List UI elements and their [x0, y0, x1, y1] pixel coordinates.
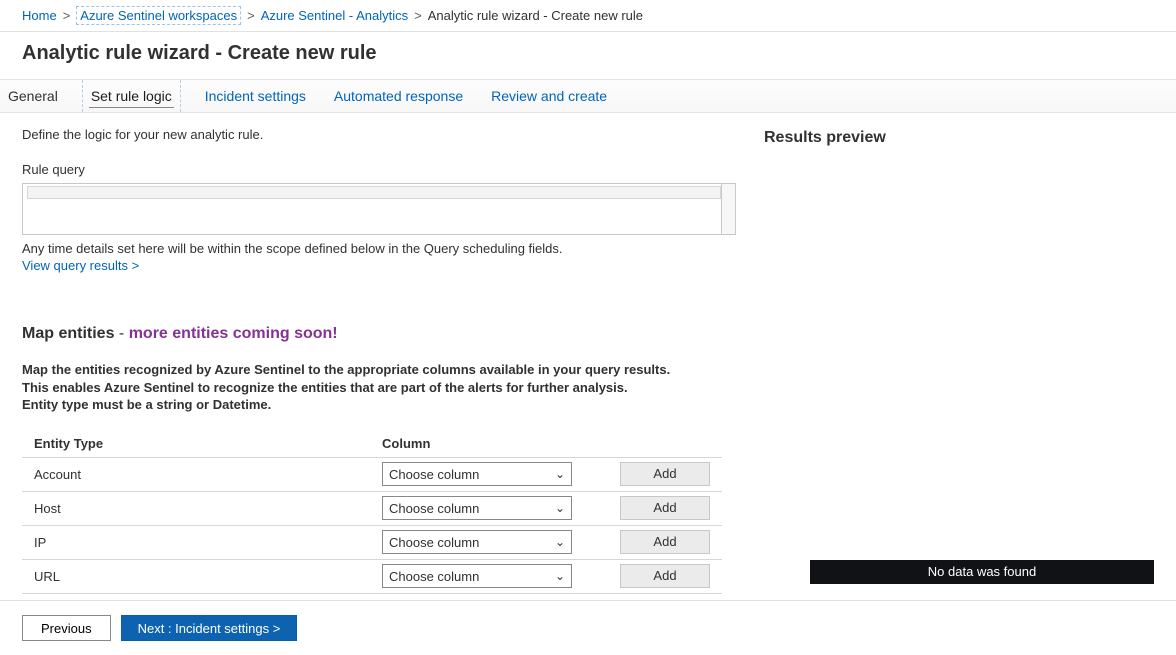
- table-row: Host Choose column ⌄ Add: [22, 492, 722, 526]
- entity-type-account: Account: [34, 467, 382, 482]
- breadcrumb-home[interactable]: Home: [22, 8, 57, 23]
- no-data-banner: No data was found: [810, 560, 1154, 584]
- results-preview-heading: Results preview: [764, 129, 1154, 147]
- column-dropdown-host[interactable]: Choose column ⌄: [382, 496, 572, 520]
- column-dropdown-account[interactable]: Choose column ⌄: [382, 462, 572, 486]
- map-entities-heading-suffix: more entities coming soon!: [129, 325, 338, 342]
- view-query-results-link[interactable]: View query results >: [22, 258, 139, 273]
- entity-type-url: URL: [34, 569, 382, 584]
- entity-table: Entity Type Column Account Choose column…: [22, 428, 722, 594]
- intro-text: Define the logic for your new analytic r…: [22, 127, 736, 142]
- add-button-host[interactable]: Add: [620, 496, 710, 520]
- rule-query-line: [27, 186, 721, 199]
- add-button-ip[interactable]: Add: [620, 530, 710, 554]
- map-entities-description: Map the entities recognized by Azure Sen…: [22, 361, 702, 414]
- page-title: Analytic rule wizard - Create new rule: [0, 32, 1176, 79]
- previous-button[interactable]: Previous: [22, 615, 111, 641]
- column-dropdown-url[interactable]: Choose column ⌄: [382, 564, 572, 588]
- th-entity-type: Entity Type: [34, 436, 382, 451]
- add-button-url[interactable]: Add: [620, 564, 710, 588]
- chevron-down-icon: ⌄: [555, 467, 565, 481]
- wizard-tabs: General Set rule logic Incident settings…: [0, 79, 1176, 113]
- table-row: IP Choose column ⌄ Add: [22, 526, 722, 560]
- map-entities-heading: Map entities - more entities coming soon…: [22, 325, 736, 343]
- tab-review-create[interactable]: Review and create: [487, 80, 611, 112]
- entity-type-host: Host: [34, 501, 382, 516]
- chevron-right-icon: >: [63, 8, 71, 23]
- tab-set-rule-logic[interactable]: Set rule logic: [82, 80, 181, 112]
- rule-query-help: Any time details set here will be within…: [22, 241, 722, 256]
- entity-type-ip: IP: [34, 535, 382, 550]
- table-row: URL Choose column ⌄ Add: [22, 560, 722, 594]
- breadcrumb-analytics[interactable]: Azure Sentinel - Analytics: [261, 8, 408, 23]
- rule-query-input[interactable]: [22, 183, 736, 235]
- tab-general[interactable]: General: [4, 80, 62, 112]
- next-button[interactable]: Next : Incident settings >: [121, 615, 298, 641]
- chevron-down-icon: ⌄: [555, 535, 565, 549]
- breadcrumb: Home > Azure Sentinel workspaces > Azure…: [0, 0, 1176, 32]
- tab-automated-response[interactable]: Automated response: [330, 80, 467, 112]
- table-row: Account Choose column ⌄ Add: [22, 458, 722, 492]
- chevron-right-icon: >: [247, 8, 255, 23]
- th-column: Column: [382, 436, 612, 451]
- rule-query-label: Rule query: [22, 162, 736, 177]
- breadcrumb-current: Analytic rule wizard - Create new rule: [428, 8, 643, 23]
- add-button-account[interactable]: Add: [620, 462, 710, 486]
- tab-incident-settings[interactable]: Incident settings: [201, 80, 310, 112]
- chevron-right-icon: >: [414, 8, 422, 23]
- breadcrumb-workspaces[interactable]: Azure Sentinel workspaces: [76, 6, 241, 25]
- map-entities-heading-main: Map entities: [22, 325, 114, 342]
- column-dropdown-ip[interactable]: Choose column ⌄: [382, 530, 572, 554]
- wizard-footer: Previous Next : Incident settings >: [0, 600, 1176, 655]
- rule-query-scrollbar[interactable]: [721, 184, 735, 234]
- chevron-down-icon: ⌄: [555, 569, 565, 583]
- chevron-down-icon: ⌄: [555, 501, 565, 515]
